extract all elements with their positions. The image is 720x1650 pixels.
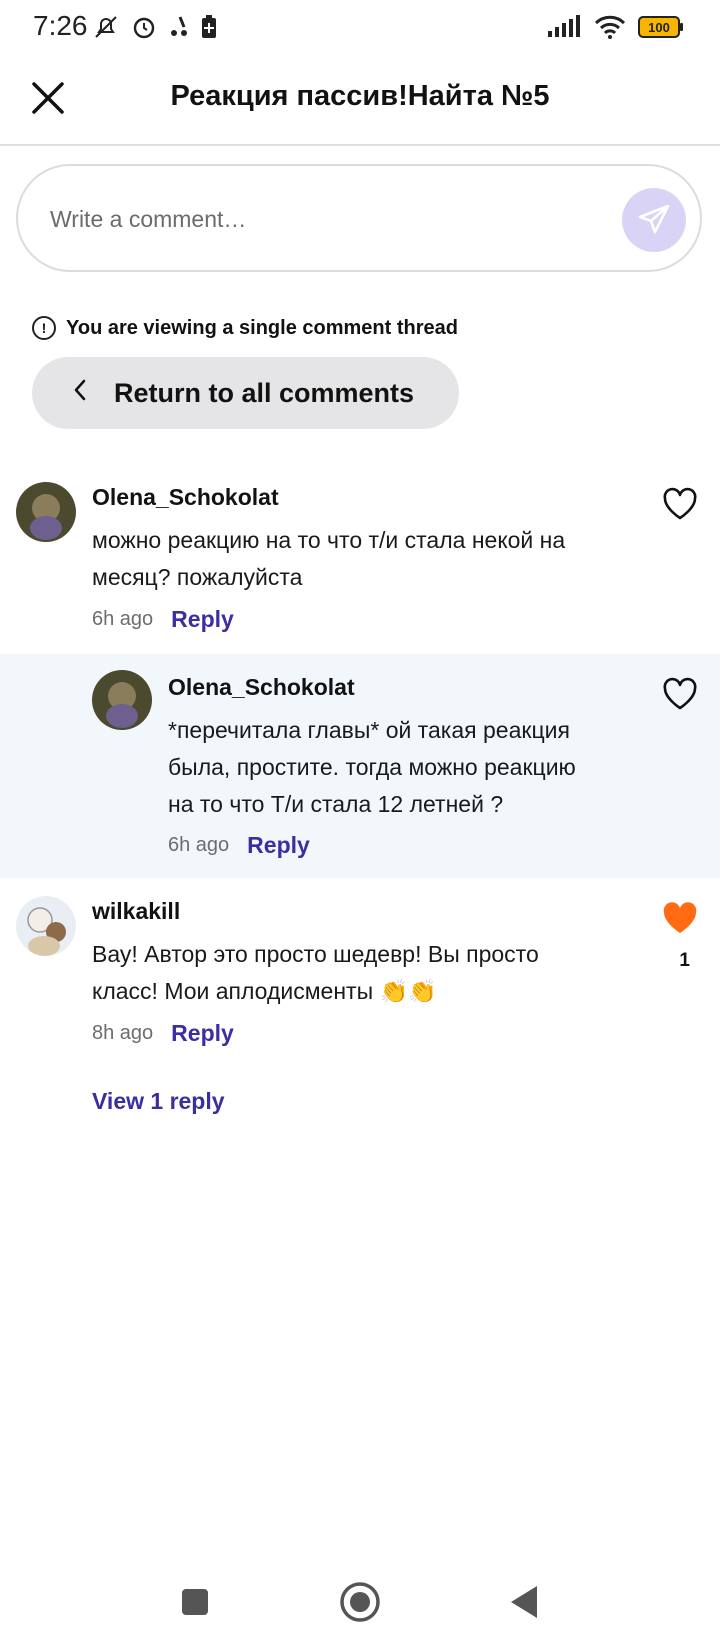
comment-text-line: *перечитала главы* ой такая реакция	[168, 717, 570, 743]
reply-button[interactable]: Reply	[247, 832, 310, 859]
send-icon	[638, 204, 670, 234]
like-button[interactable]	[660, 674, 700, 714]
avatar[interactable]	[16, 896, 76, 956]
view-replies-link[interactable]: View 1 reply	[92, 1088, 225, 1115]
highlighted-reply: Olena_Schokolat *перечитала главы* ой та…	[0, 654, 720, 878]
comment-meta: 6h ago Reply	[168, 832, 310, 859]
like-button[interactable]	[660, 898, 700, 938]
alarm-icon	[133, 17, 155, 39]
back-triangle-icon	[511, 1586, 537, 1618]
send-button[interactable]	[622, 188, 686, 252]
comment-time: 6h ago	[92, 608, 154, 630]
thread-notice-text: You are viewing a single comment thread	[66, 316, 458, 339]
comment-item: Olena_Schokolat можно реакцию на то что …	[0, 480, 720, 650]
comment-text: Вау! Автор это просто шедевр! Вы просто …	[92, 936, 612, 1010]
home-circle-icon	[340, 1582, 380, 1622]
comment-text: *перечитала главы* ой такая реакция была…	[168, 712, 628, 823]
like-count: 1	[679, 950, 690, 971]
comment-text-line: была, простите. тогда можно реакцию	[168, 754, 576, 780]
comment-username[interactable]: Olena_Schokolat	[168, 674, 355, 701]
close-button[interactable]	[28, 78, 68, 118]
mute-icon	[95, 16, 117, 38]
status-left-icons	[92, 12, 218, 42]
comment-text-line: можно реакцию на то что т/и стала некой …	[92, 527, 566, 553]
battery-indicator: 100	[638, 16, 683, 38]
status-bar: 7:26 100	[0, 0, 720, 54]
wifi-icon	[594, 15, 626, 39]
close-icon	[32, 82, 64, 114]
heart-outline-icon	[663, 487, 697, 520]
like-button[interactable]	[660, 484, 700, 524]
comment-meta: 6h ago Reply	[92, 606, 234, 633]
comment-text-line: Вау! Автор это просто шедевр! Вы просто	[92, 941, 539, 967]
header: Реакция пассив!Найта №5	[0, 54, 720, 146]
heart-filled-icon	[663, 902, 697, 933]
thread-notice: ! You are viewing a single comment threa…	[32, 316, 458, 340]
status-right: 100	[548, 12, 683, 42]
status-time: 7:26	[33, 10, 88, 41]
battery-saver-icon	[202, 15, 216, 38]
comment-text-line: класс! Мои аплодисменты 👏👏	[92, 978, 437, 1004]
signal-icon	[548, 15, 580, 37]
home-button[interactable]	[338, 1580, 382, 1624]
comment-text-line: на то что Т/и стала 12 летней ?	[168, 791, 504, 817]
page-title: Реакция пассив!Найта №5	[170, 80, 550, 112]
return-label: Return to all comments	[114, 377, 415, 408]
avatar[interactable]	[92, 670, 152, 730]
notification-icon	[171, 16, 187, 36]
comment-composer	[16, 164, 702, 272]
comment-time: 6h ago	[168, 834, 230, 856]
comment-input[interactable]	[48, 196, 572, 242]
comment-time: 8h ago	[92, 1022, 154, 1044]
reply-button[interactable]: Reply	[171, 1020, 234, 1047]
comment-username[interactable]: wilkakill	[92, 898, 180, 925]
recents-button[interactable]	[173, 1580, 217, 1624]
avatar[interactable]	[16, 482, 76, 542]
comment-meta: 8h ago Reply	[92, 1020, 234, 1047]
system-nav-bar	[0, 1550, 720, 1650]
comment-username[interactable]: Olena_Schokolat	[92, 484, 279, 511]
reply-button[interactable]: Reply	[171, 606, 234, 633]
chevron-left-icon	[72, 377, 102, 409]
back-button[interactable]	[502, 1580, 546, 1624]
comment-text-line: месяц? пожалуйста	[92, 564, 303, 590]
comment-text: можно реакцию на то что т/и стала некой …	[92, 522, 612, 596]
square-icon	[182, 1589, 208, 1615]
return-to-all-comments-button[interactable]: Return to all comments	[32, 357, 459, 429]
comment-item: wilkakill Вау! Автор это просто шедевр! …	[0, 894, 720, 1074]
heart-outline-icon	[663, 677, 697, 710]
info-icon: !	[32, 316, 56, 340]
